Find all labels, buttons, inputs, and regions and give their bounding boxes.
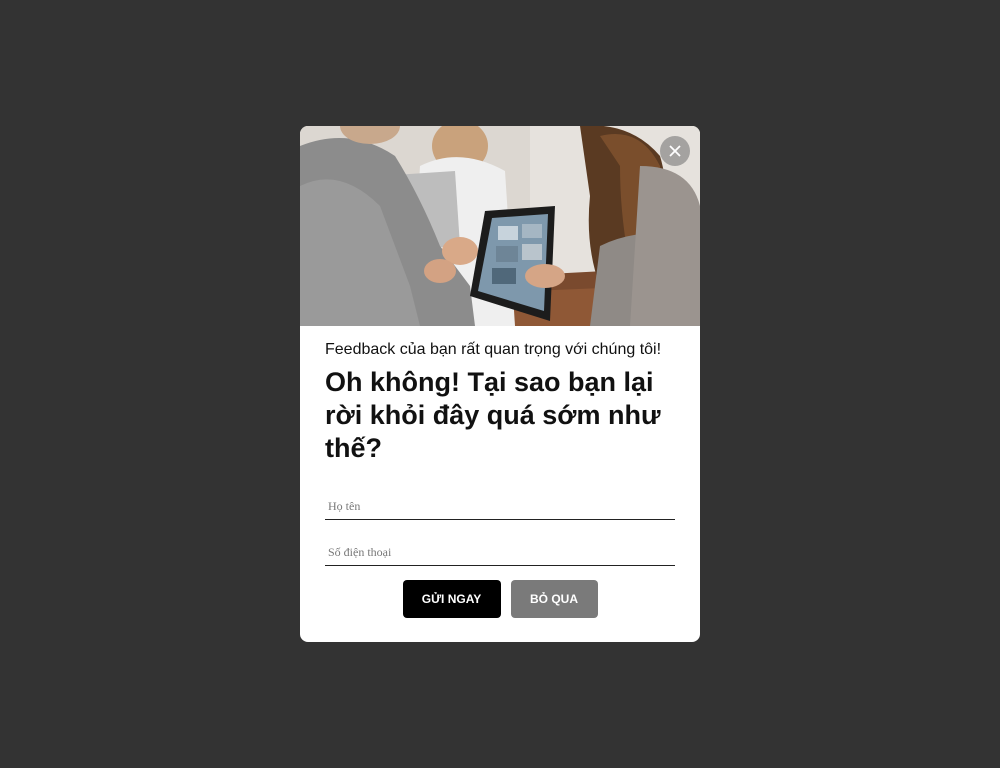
modal-headline: Oh không! Tại sao bạn lại rời khỏi đây q…	[325, 367, 661, 463]
modal-subtitle: Feedback của bạn rất quan trọng với chún…	[325, 341, 662, 358]
skip-button[interactable]: BỎ QUA	[510, 580, 598, 618]
modal-actions: GỬI NGAY BỎ QUA	[325, 580, 675, 618]
people-with-tablet-photo	[300, 126, 700, 326]
hero-image	[300, 126, 700, 326]
phone-input[interactable]	[325, 531, 675, 565]
modal-content: Feedback của bạn rất quan trọng với chún…	[300, 326, 700, 618]
feedback-modal: Feedback của bạn rất quan trọng với chún…	[300, 126, 700, 642]
close-button[interactable]	[660, 136, 690, 166]
close-icon	[669, 145, 681, 157]
submit-button[interactable]: GỬI NGAY	[402, 580, 501, 618]
name-field	[325, 485, 675, 520]
phone-field	[325, 531, 675, 566]
name-input[interactable]	[325, 485, 675, 519]
